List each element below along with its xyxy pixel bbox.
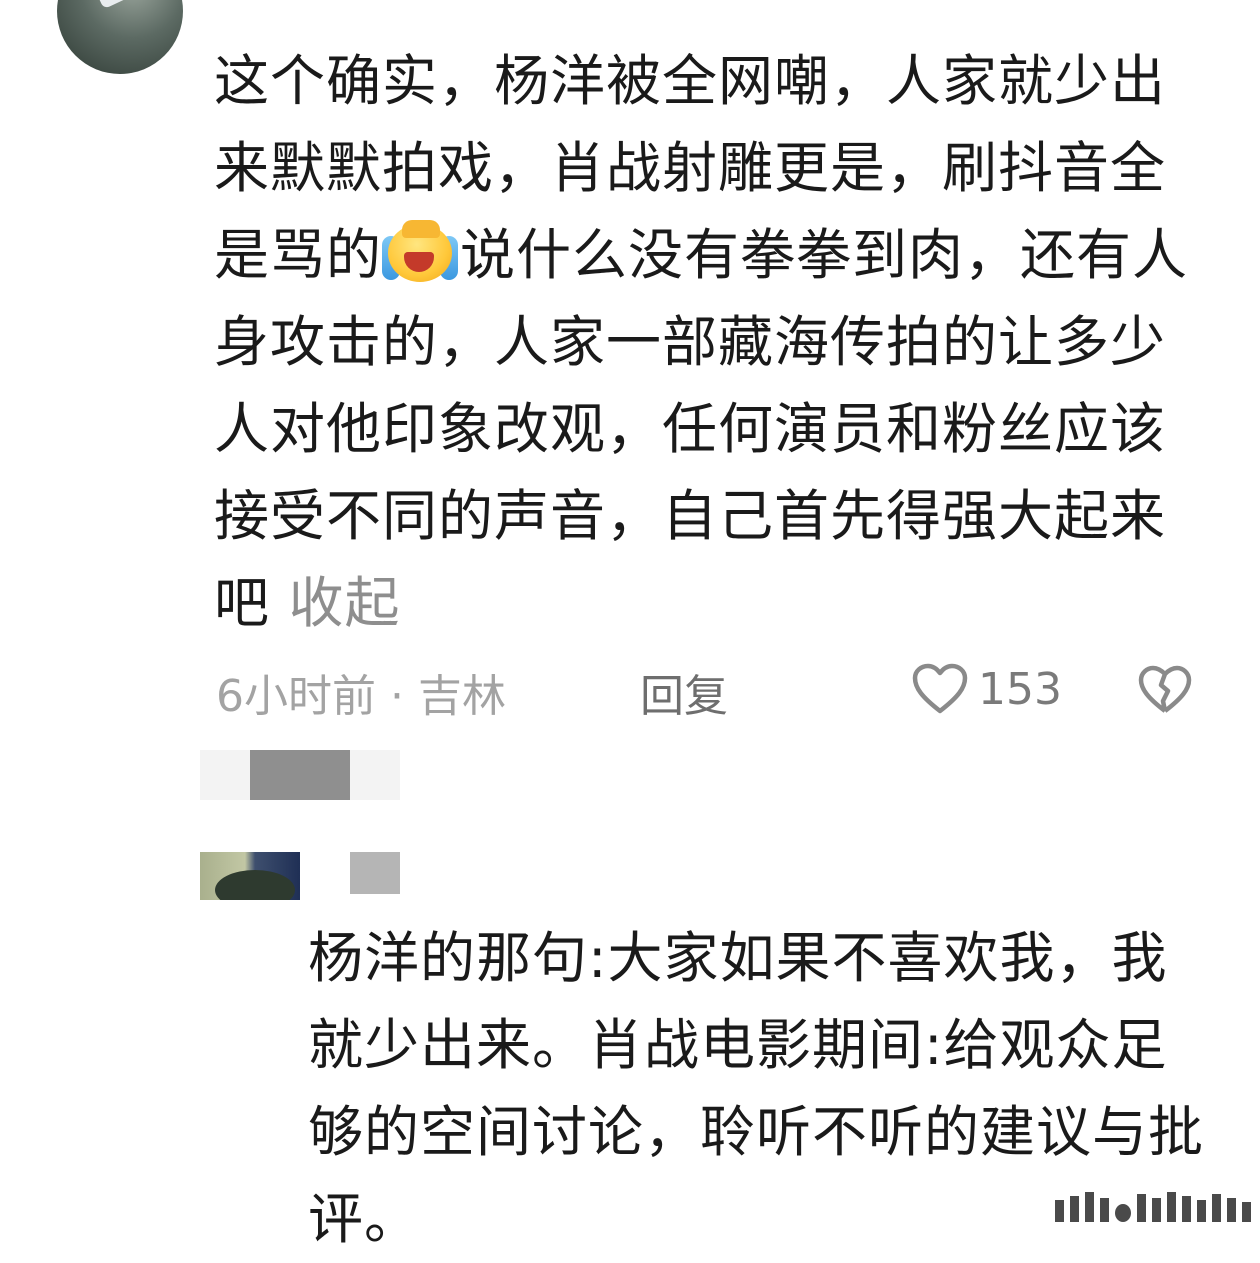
heart-icon: [912, 663, 968, 714]
meta-separator: ·: [390, 671, 404, 722]
collapse-link[interactable]: 收起: [289, 571, 401, 635]
like-count: 153: [978, 663, 1062, 715]
broken-heart-icon: [1138, 665, 1192, 713]
blurred-area-dark: [250, 750, 350, 800]
comment-time: 6小时前: [216, 671, 376, 722]
comment-location: 吉林: [418, 671, 506, 722]
comment-text: 这个确实，杨洋被全网嘲，人家就少出来默默拍戏，肖战射雕更是，刷抖音全是骂的 说什么…: [214, 38, 1204, 647]
avatar[interactable]: [200, 852, 300, 900]
watermark-logo: [1055, 1192, 1251, 1222]
crying-laughing-emoji-icon: [382, 220, 459, 282]
avatar[interactable]: [57, 0, 183, 74]
comment-meta: 6小时前 · 吉林: [216, 660, 506, 724]
blurred-username: [350, 852, 400, 894]
dislike-button[interactable]: [1138, 665, 1192, 719]
like-button[interactable]: 153: [912, 663, 1062, 715]
reply-button[interactable]: 回复: [640, 660, 728, 724]
